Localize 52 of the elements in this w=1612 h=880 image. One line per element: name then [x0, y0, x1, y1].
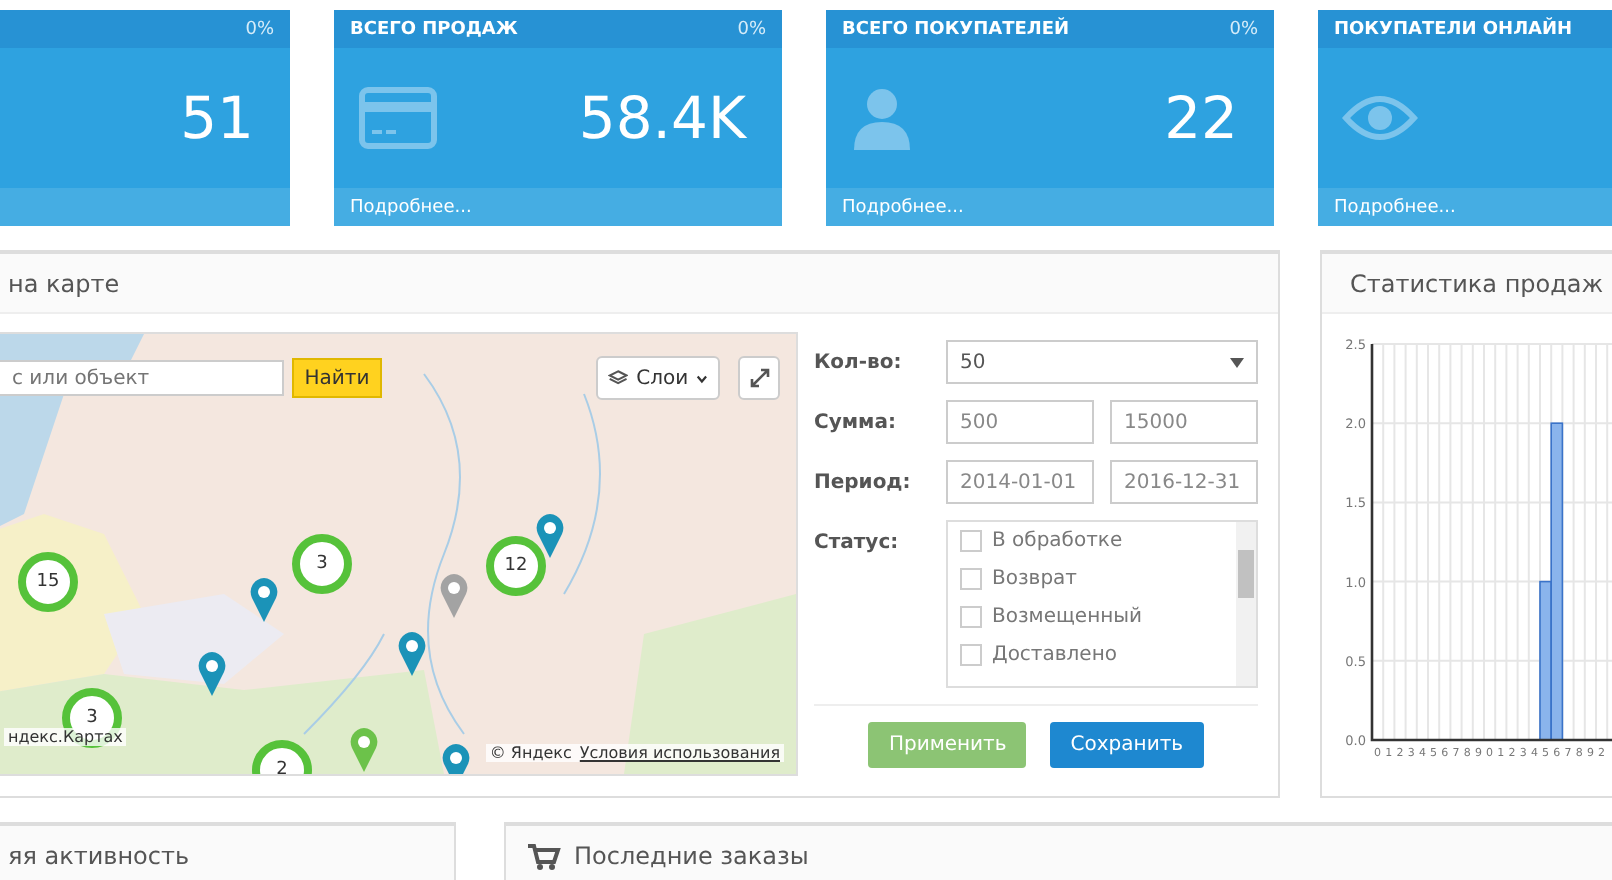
checkbox[interactable] [960, 606, 982, 628]
quantity-select[interactable]: 50 [946, 340, 1258, 384]
tile-title: ВСЕГО ПОКУПАТЕЛЕЙ [842, 19, 1070, 39]
stat-value: 22 [1164, 84, 1238, 152]
stat-value: 51 [180, 84, 254, 152]
map-attribution: ндекс.Картах [4, 728, 127, 746]
field-label: Кол-во: [814, 351, 904, 373]
terms-link[interactable]: Условия использования [579, 744, 780, 762]
fullscreen-button[interactable] [738, 356, 780, 400]
eye-icon [1342, 92, 1418, 144]
panel-title: Последние заказы [574, 841, 809, 869]
credit-card-icon [358, 86, 438, 150]
stat-value: 58.4K [578, 84, 746, 152]
cart-icon [526, 841, 562, 869]
tile-title: ПОКУПАТЕЛИ ОНЛАЙН [1334, 19, 1573, 39]
copyright-text: © Яндекс [489, 744, 572, 762]
tile-title: ВСЕГО ПРОДАЖ [350, 19, 518, 39]
save-button[interactable]: Сохранить [1050, 722, 1204, 768]
expand-icon [749, 368, 769, 388]
option-label: Доставлено [992, 644, 1117, 666]
date-from-field[interactable]: 2014-01-01 [946, 460, 1094, 504]
map-pin[interactable] [442, 744, 470, 774]
checkbox[interactable] [960, 644, 982, 666]
option-label: Возврат [992, 568, 1077, 590]
percent-change: 0% [737, 19, 766, 39]
option-label: В обработке [992, 530, 1123, 552]
field-label: Период: [814, 471, 913, 493]
panel-title: яя активность [8, 841, 190, 869]
more-link[interactable]: Подробнее... [1334, 197, 1456, 217]
field-label: Сумма: [814, 411, 898, 433]
sum-from-field[interactable]: 500 [946, 400, 1094, 444]
option-label: Возмещенный [992, 606, 1143, 628]
status-list[interactable]: В обработке Возврат Возмещенный Доставлено [946, 520, 1258, 688]
percent-change: 0% [1229, 19, 1258, 39]
dropdown-arrow-icon [1230, 357, 1244, 367]
field-label: Статус: [814, 530, 901, 554]
more-link[interactable]: Подробнее... [350, 197, 472, 217]
search-field[interactable]: с или объект [0, 360, 284, 396]
percent-change: 0% [245, 19, 274, 39]
user-icon [850, 86, 914, 150]
caret-icon [696, 373, 708, 383]
scrollbar[interactable] [1236, 522, 1256, 686]
layers-icon [608, 368, 629, 388]
more-link[interactable]: Подробнее... [842, 197, 964, 217]
sum-to-field[interactable]: 15000 [1110, 400, 1258, 444]
panel-title: Статистика продаж [1350, 269, 1604, 297]
date-to-field[interactable]: 2016-12-31 [1110, 460, 1258, 504]
layers-button[interactable]: Слои [596, 356, 720, 400]
panel-title: на карте [8, 269, 120, 297]
checkbox[interactable] [960, 568, 982, 590]
find-button[interactable]: Найти [292, 358, 382, 398]
checkbox[interactable] [960, 530, 982, 552]
